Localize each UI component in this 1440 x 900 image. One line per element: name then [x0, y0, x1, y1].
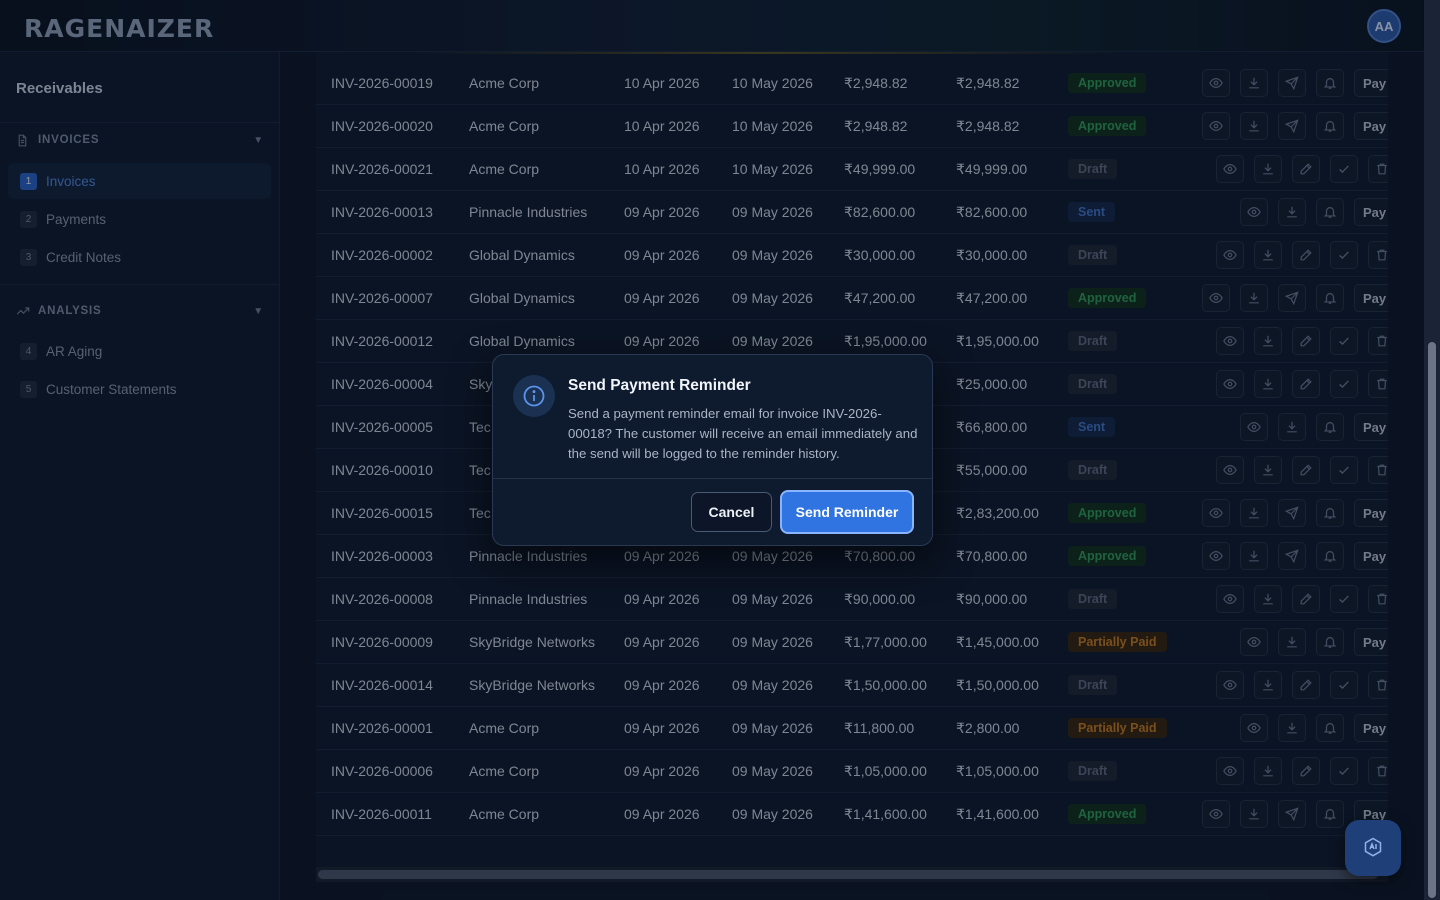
- dialog-divider: [493, 478, 932, 479]
- send-reminder-button[interactable]: Send Reminder: [780, 490, 914, 534]
- dialog-message: Send a payment reminder email for invoic…: [568, 406, 918, 461]
- info-icon: [513, 375, 555, 417]
- dialog-title: Send Payment Reminder: [568, 377, 751, 394]
- assistant-fab[interactable]: [1345, 820, 1401, 876]
- ai-assistant-icon: [1364, 837, 1382, 857]
- vertical-scrollbar[interactable]: [1424, 0, 1440, 900]
- cancel-button[interactable]: Cancel: [691, 492, 772, 532]
- scrollbar-thumb[interactable]: [1428, 342, 1436, 898]
- send-reminder-dialog: Send Payment Reminder Send a payment rem…: [492, 354, 933, 546]
